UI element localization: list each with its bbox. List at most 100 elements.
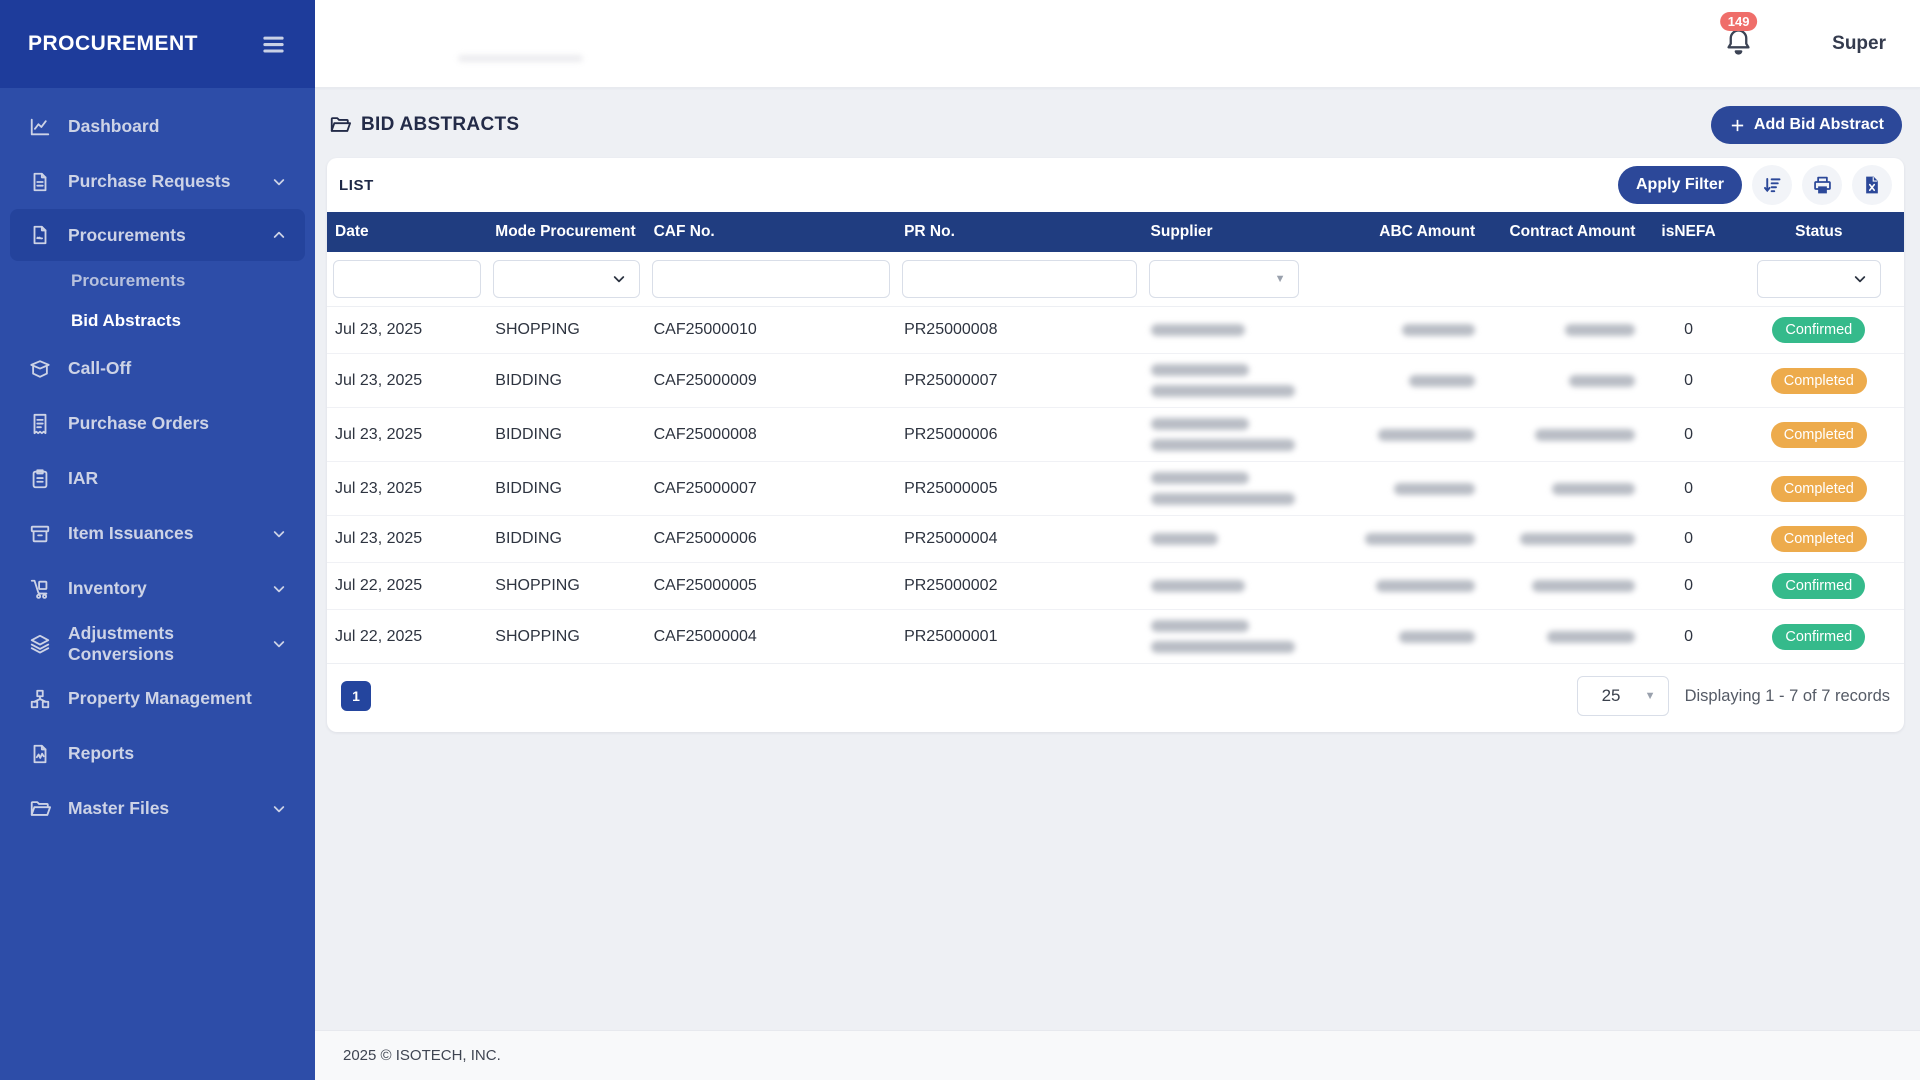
masked-value xyxy=(1402,324,1476,337)
sidebar-nav: Dashboard Purchase Requests Procurements Pr… xyxy=(0,88,315,836)
chevron-down-icon xyxy=(271,801,287,817)
cell-contract-amount-masked xyxy=(1483,562,1644,611)
filter-caf-input[interactable] xyxy=(651,260,891,298)
print-icon xyxy=(1812,175,1833,196)
cell-date: Jul 23, 2025 xyxy=(327,515,488,564)
chevron-down-icon xyxy=(611,271,627,287)
chevron-down-icon xyxy=(271,174,287,190)
cell-abc-amount-masked xyxy=(1352,609,1484,665)
sidebar-item-master-files[interactable]: Master Files xyxy=(0,781,315,836)
cell-date: Jul 23, 2025 xyxy=(327,461,488,517)
status-badge: Confirmed xyxy=(1772,573,1866,600)
sidebar-item-purchase-requests[interactable]: Purchase Requests xyxy=(0,154,315,209)
page-size-select[interactable]: 25 ▼ xyxy=(1576,676,1669,717)
receipt-icon xyxy=(28,413,52,435)
masked-value xyxy=(1150,580,1245,593)
masked-value xyxy=(1150,472,1249,485)
apply-filter-button[interactable]: Apply Filter xyxy=(1617,166,1742,204)
cell-mode-procurement: SHOPPING xyxy=(487,306,646,355)
cell-abc-amount-masked xyxy=(1352,461,1484,517)
footer: 2025 © ISOTECH, INC. xyxy=(315,1030,1920,1080)
sidebar-item-label: Dashboard xyxy=(68,116,160,136)
filter-supplier-select[interactable]: ▼ xyxy=(1148,260,1299,298)
sidebar-item-iar[interactable]: IAR xyxy=(0,451,315,506)
status-badge: Completed xyxy=(1770,526,1867,553)
sort-amount-down-icon xyxy=(1762,175,1783,196)
folder-open-icon xyxy=(28,798,52,820)
main-area: 149 Super BID ABSTRACTS Add Bid Abstract… xyxy=(315,0,1920,1080)
status-badge: Confirmed xyxy=(1772,623,1866,650)
cell-caf-no: CAF25000006 xyxy=(645,515,897,564)
notifications-button[interactable]: 149 xyxy=(1719,11,1758,62)
topbar-masked-text xyxy=(458,55,583,62)
list-card: LIST Apply Filter Date Mode Procurement CA… xyxy=(327,158,1904,733)
sidebar-item-procurements[interactable]: Procurements xyxy=(10,209,305,261)
cell-caf-no: CAF25000007 xyxy=(645,461,897,517)
cell-date: Jul 22, 2025 xyxy=(327,562,488,611)
table-row-7: Jul 22, 2025 SHOPPING CAF25000004 PR2500000… xyxy=(327,609,1904,665)
cell-caf-no: CAF25000008 xyxy=(645,407,897,463)
filter-pr-input[interactable] xyxy=(902,260,1137,298)
sidebar-item-adjustments-conversions[interactable]: Adjustments Conversions xyxy=(0,616,315,671)
table-row-1: Jul 23, 2025 SHOPPING CAF25000010 PR2500000… xyxy=(327,306,1904,355)
cell-isnefa: 0 xyxy=(1643,306,1734,355)
export-excel-button[interactable] xyxy=(1852,165,1892,205)
records-summary: Displaying 1 - 7 of 7 records xyxy=(1684,686,1890,705)
sidebar-item-item-issuances[interactable]: Item Issuances xyxy=(0,506,315,561)
table-row-6: Jul 22, 2025 SHOPPING CAF25000005 PR2500000… xyxy=(327,562,1904,611)
cell-contract-amount-masked xyxy=(1483,407,1644,463)
file-signature-icon xyxy=(28,224,52,246)
masked-value xyxy=(1150,439,1295,452)
sidebar-item-purchase-orders[interactable]: Purchase Orders xyxy=(0,396,315,451)
user-menu[interactable]: Super xyxy=(1832,33,1886,55)
masked-value xyxy=(1532,580,1636,593)
hamburger-menu-icon[interactable] xyxy=(260,31,287,58)
sidebar-item-label: Purchase Orders xyxy=(68,413,210,433)
bid-abstracts-table: Date Mode Procurement CAF No. PR No. Supplie… xyxy=(327,212,1904,665)
sidebar-item-property-management[interactable]: Property Management xyxy=(0,671,315,726)
cell-isnefa: 0 xyxy=(1643,461,1734,517)
filter-mode-select[interactable] xyxy=(493,260,640,298)
cell-abc-amount-masked xyxy=(1352,515,1484,564)
box-archive-icon xyxy=(28,523,52,545)
column-header-contract-amount: Contract Amount xyxy=(1483,212,1644,252)
print-button[interactable] xyxy=(1802,165,1842,205)
cell-caf-no: CAF25000004 xyxy=(645,609,897,665)
filter-status-select[interactable] xyxy=(1756,260,1881,298)
filter-date-input[interactable] xyxy=(333,260,482,298)
cell-date: Jul 23, 2025 xyxy=(327,353,488,409)
sidebar-item-reports[interactable]: Reports xyxy=(0,726,315,781)
add-bid-abstract-button[interactable]: Add Bid Abstract xyxy=(1710,106,1902,144)
sidebar-subitem-procurements[interactable]: Procurements xyxy=(0,261,315,301)
table-row-5: Jul 23, 2025 BIDDING CAF25000006 PR25000004… xyxy=(327,515,1904,564)
page-title-text: BID ABSTRACTS xyxy=(361,114,520,135)
column-header-mode-procurement: Mode Procurement xyxy=(487,212,646,252)
table-footer: 1 25 ▼ Displaying 1 - 7 of 7 records xyxy=(327,664,1904,732)
sidebar-brand: PROCUREMENT xyxy=(0,0,315,88)
status-badge: Completed xyxy=(1770,421,1867,448)
chart-line-icon xyxy=(28,116,52,138)
sidebar-item-call-off[interactable]: Call-Off xyxy=(0,341,315,396)
cell-contract-amount-masked xyxy=(1483,461,1644,517)
file-chart-icon xyxy=(28,743,52,765)
cell-status: Completed xyxy=(1733,353,1904,409)
sort-button[interactable] xyxy=(1752,165,1792,205)
page-title: BID ABSTRACTS xyxy=(329,114,519,136)
masked-value xyxy=(1376,580,1476,593)
dolly-icon xyxy=(28,578,52,600)
sidebar-item-dashboard[interactable]: Dashboard xyxy=(0,99,315,154)
column-header-isnefa: isNEFA xyxy=(1643,212,1734,252)
cell-mode-procurement: BIDDING xyxy=(487,407,646,463)
cell-contract-amount-masked xyxy=(1483,609,1644,665)
page-1-button[interactable]: 1 xyxy=(341,681,371,712)
cell-pr-no: PR25000008 xyxy=(896,306,1143,355)
sidebar-item-inventory[interactable]: Inventory xyxy=(0,561,315,616)
list-card-head: LIST Apply Filter xyxy=(327,158,1904,212)
column-header-status: Status xyxy=(1733,212,1904,252)
status-badge: Completed xyxy=(1770,475,1867,502)
cell-caf-no: CAF25000005 xyxy=(645,562,897,611)
masked-value xyxy=(1409,374,1476,387)
cell-abc-amount-masked xyxy=(1352,407,1484,463)
sidebar-subitem-bid-abstracts[interactable]: Bid Abstracts xyxy=(0,301,315,341)
plus-icon xyxy=(1729,117,1746,134)
